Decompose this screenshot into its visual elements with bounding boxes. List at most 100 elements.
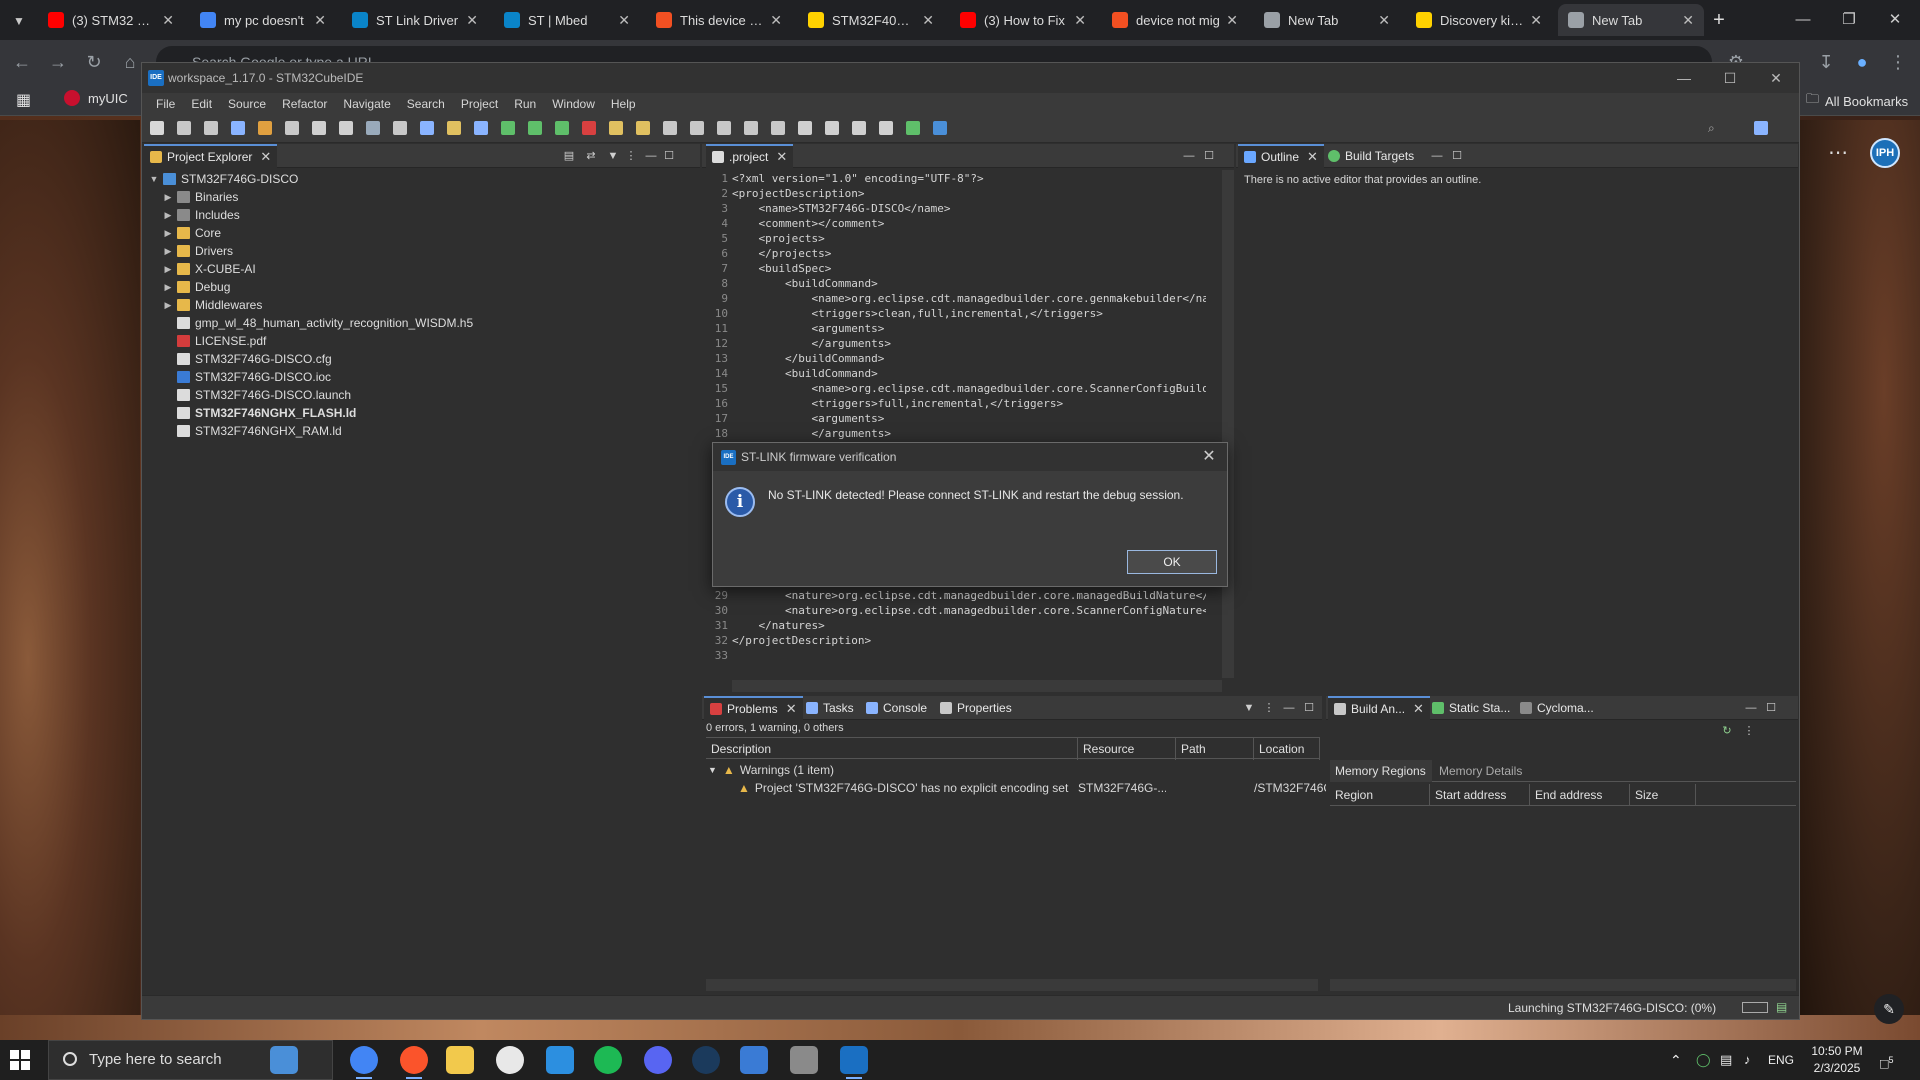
progress-view-icon[interactable]: ▤: [1776, 1000, 1787, 1014]
tab-close-icon[interactable]: ✕: [922, 12, 934, 29]
toolbar-icon[interactable]: [933, 121, 947, 135]
build-analyzer-scrollbar[interactable]: [1330, 979, 1796, 991]
expand-icon[interactable]: ▼: [148, 174, 160, 184]
column-header-resource[interactable]: Resource: [1078, 738, 1176, 760]
close-icon[interactable]: ✕: [776, 149, 787, 165]
browser-tab[interactable]: ST Link Driver ✕: [342, 4, 488, 36]
maximize-view-icon[interactable]: ☐: [1302, 701, 1316, 715]
restore-icon[interactable]: ❐: [1826, 6, 1872, 34]
expand-icon[interactable]: ▶: [162, 282, 174, 293]
minimize-view-icon[interactable]: —: [1282, 701, 1296, 715]
tree-item[interactable]: STM32F746G-DISCO.launch: [162, 386, 351, 404]
tab-close-icon[interactable]: ✕: [162, 12, 174, 29]
expand-icon[interactable]: ▶: [162, 264, 174, 275]
toolbar-icon[interactable]: [771, 121, 785, 135]
tab-close-icon[interactable]: ✕: [770, 12, 782, 29]
browser-tab[interactable]: New Tab ✕: [1558, 4, 1704, 36]
filter-icon[interactable]: ▼: [606, 149, 620, 163]
ide-minimize-icon[interactable]: —: [1661, 63, 1707, 93]
browser-tab[interactable]: New Tab ✕: [1254, 4, 1400, 36]
menu-search[interactable]: Search: [399, 93, 453, 115]
windows-start-icon[interactable]: [10, 1050, 30, 1070]
tab-tasks[interactable]: Tasks: [800, 696, 860, 720]
menu-edit[interactable]: Edit: [183, 93, 220, 115]
close-icon[interactable]: ✕: [260, 149, 271, 165]
spotify-icon[interactable]: [594, 1046, 622, 1074]
expand-icon[interactable]: ▶: [162, 300, 174, 311]
browser-tab[interactable]: Discovery kit fo ✕: [1406, 4, 1552, 36]
toolbar-icon[interactable]: [177, 121, 191, 135]
tab-properties[interactable]: Properties: [934, 696, 1018, 720]
subtab-0[interactable]: Memory Regions: [1330, 760, 1432, 782]
tree-item[interactable]: LICENSE.pdf: [162, 332, 266, 350]
tab-build-targets[interactable]: Build Targets: [1322, 144, 1420, 168]
warnings-group[interactable]: ▼ ▲ Warnings (1 item): [708, 763, 834, 777]
minimize-view-icon[interactable]: —: [644, 149, 658, 163]
browser-tab[interactable]: device not mig ✕: [1102, 4, 1248, 36]
tree-item[interactable]: STM32F746G-DISCO.cfg: [162, 350, 332, 368]
browser-tab[interactable]: This device can ✕: [646, 4, 792, 36]
browser-tab[interactable]: (3) STM32 prog ✕: [38, 4, 184, 36]
download-icon[interactable]: ↧: [1814, 50, 1838, 74]
toolbar-icon[interactable]: [798, 121, 812, 135]
toolbar-icon[interactable]: [852, 121, 866, 135]
tab-close-icon[interactable]: ✕: [314, 12, 326, 29]
tree-item[interactable]: ▶ X-CUBE-AI: [162, 260, 256, 278]
toolbar-icon[interactable]: [528, 121, 542, 135]
menu-source[interactable]: Source: [220, 93, 274, 115]
toolbar-icon[interactable]: [420, 121, 434, 135]
browser-tab[interactable]: ST | Mbed ✕: [494, 4, 640, 36]
maximize-view-icon[interactable]: ☐: [1764, 701, 1778, 715]
tree-item[interactable]: ▶ Drivers: [162, 242, 233, 260]
menu-refactor[interactable]: Refactor: [274, 93, 335, 115]
menu-help[interactable]: Help: [603, 93, 644, 115]
toolbar-icon[interactable]: [447, 121, 461, 135]
volume-icon[interactable]: ♪: [1744, 1040, 1751, 1080]
language-indicator[interactable]: ENG: [1768, 1040, 1794, 1080]
minimize-view-icon[interactable]: —: [1430, 149, 1444, 163]
brave-icon[interactable]: [400, 1046, 428, 1079]
expand-icon[interactable]: ▶: [162, 228, 174, 239]
minimize-view-icon[interactable]: —: [1182, 149, 1196, 163]
toolbar-icon[interactable]: [825, 121, 839, 135]
toolbar-icon[interactable]: [258, 121, 272, 135]
maximize-view-icon[interactable]: ☐: [1450, 149, 1464, 163]
search-highlight-icon[interactable]: [270, 1046, 298, 1074]
column-header-location[interactable]: Location: [1254, 738, 1320, 760]
tab-outline[interactable]: Outline ✕: [1238, 144, 1324, 168]
browser-tab[interactable]: my pc doesn't ✕: [190, 4, 336, 36]
toolbar-icon[interactable]: [636, 121, 650, 135]
network-icon[interactable]: ▤: [1720, 1040, 1732, 1080]
close-icon[interactable]: ✕: [1413, 701, 1424, 717]
home-icon[interactable]: ⌂: [118, 50, 142, 74]
apps-icon[interactable]: ▦: [16, 90, 31, 110]
toolbar-icon[interactable]: [609, 121, 623, 135]
problems-horizontal-scrollbar[interactable]: [706, 979, 1318, 991]
column-header-path[interactable]: Path: [1176, 738, 1254, 760]
tree-item[interactable]: STM32F746NGHX_FLASH.ld: [162, 404, 356, 422]
maximize-view-icon[interactable]: ☐: [662, 149, 676, 163]
toolbar-icon[interactable]: [366, 121, 380, 135]
memory-column-header[interactable]: Region: [1330, 784, 1430, 806]
memory-column-header[interactable]: Size: [1630, 784, 1696, 806]
view-menu-icon[interactable]: ⋮: [1742, 724, 1756, 738]
cubemx-icon[interactable]: [740, 1046, 768, 1074]
expand-icon[interactable]: ▶: [162, 210, 174, 221]
close-icon[interactable]: ✕: [1872, 6, 1918, 34]
toolbar-icon[interactable]: [906, 121, 920, 135]
toolbar-icon[interactable]: [663, 121, 677, 135]
minimize-icon[interactable]: —: [1780, 6, 1826, 34]
ide-maximize-icon[interactable]: ☐: [1707, 63, 1753, 93]
tree-item[interactable]: STM32F746G-DISCO.ioc: [162, 368, 331, 386]
filter-icon[interactable]: ▼: [1242, 701, 1256, 715]
steam-icon[interactable]: [692, 1046, 720, 1074]
tab-close-icon[interactable]: ✕: [618, 12, 630, 29]
toolbar-icon[interactable]: [501, 121, 515, 135]
expand-icon[interactable]: ▶: [162, 246, 174, 257]
view-menu-icon[interactable]: ⋮: [624, 149, 638, 163]
toolbar-icon[interactable]: [555, 121, 569, 135]
all-bookmarks[interactable]: 🗀 All Bookmarks: [1806, 90, 1908, 112]
chatgpt-icon[interactable]: [496, 1046, 524, 1074]
edit-icon[interactable]: ✎: [1874, 994, 1904, 1024]
toolbar-icon[interactable]: [879, 121, 893, 135]
